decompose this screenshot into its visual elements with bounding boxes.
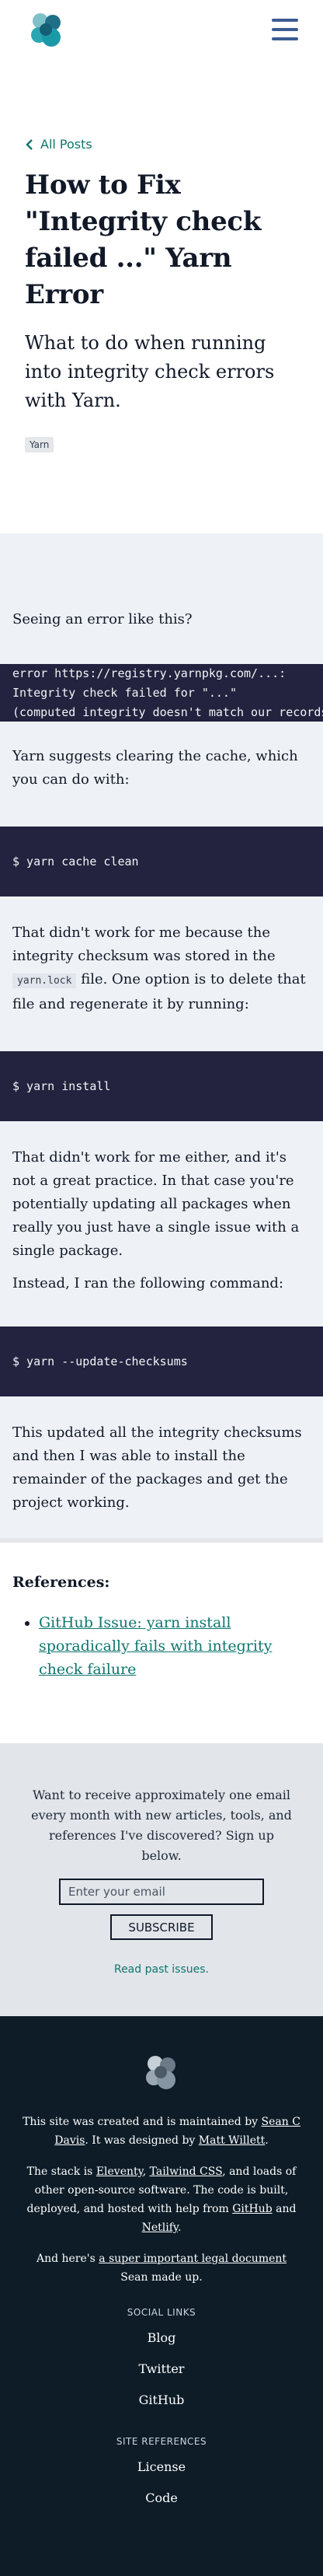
list-item: GitHub Issue: yarn install sporadically … — [39, 1611, 311, 1681]
footer-credits: This site was created and is maintained … — [22, 2113, 301, 2150]
code-block-error: error https://registry.yarnpkg.com/...: … — [0, 664, 323, 722]
footer-logo — [146, 2056, 175, 2089]
code-line: $ yarn install — [12, 1078, 111, 1093]
footer-link-license[interactable]: License — [22, 2452, 301, 2483]
references-list: GitHub Issue: yarn install sporadically … — [12, 1611, 311, 1681]
paragraph-6: This updated all the integrity checksums… — [12, 1424, 302, 1511]
footer-text: This site was created and is maintained … — [23, 2116, 262, 2128]
code-line: Integrity check failed for "..." — [12, 685, 237, 700]
code-block-install: $ yarn install — [0, 1051, 323, 1121]
email-field[interactable] — [59, 1879, 264, 1905]
footer-link-twitter[interactable]: Twitter — [22, 2354, 301, 2385]
past-issues-link[interactable]: Read past issues. — [31, 1963, 292, 1976]
github-link[interactable]: GitHub — [232, 2203, 272, 2215]
post-hero: All Posts How to Fix "Integrity check fa… — [0, 59, 323, 533]
legal-link[interactable]: a super important legal document — [99, 2253, 287, 2265]
reference-link-github-issue[interactable]: GitHub Issue: yarn install sporadically … — [39, 1614, 272, 1678]
footer-text: And here's — [36, 2253, 99, 2265]
site-logo[interactable] — [25, 8, 68, 51]
code-line: (computed integrity doesn't match our re… — [12, 704, 323, 719]
footer-link-blog[interactable]: Blog — [22, 2323, 301, 2354]
article-body: Seeing an error like this? error https:/… — [0, 533, 323, 1538]
paragraph-2: Yarn suggests clearing the cache, which … — [12, 748, 298, 788]
footer-text: . — [177, 2221, 182, 2234]
footer-text: and — [272, 2203, 297, 2215]
paragraph-1: Seeing an error like this? — [12, 611, 193, 627]
newsletter-text: Want to receive approximately one email … — [31, 1788, 292, 1863]
footer-text: . — [265, 2134, 269, 2147]
subscribe-button[interactable]: SUBSCRIBE — [110, 1914, 213, 1940]
page-subtitle: What to do when running into integrity c… — [25, 332, 275, 411]
code-line: error https://registry.yarnpkg.com/...: — [12, 666, 287, 680]
references-section: References: GitHub Issue: yarn install s… — [0, 1538, 323, 1743]
footer-text: Sean made up. — [120, 2271, 203, 2284]
netlify-link[interactable]: Netlify — [142, 2221, 178, 2234]
code-line: $ yarn cache clean — [12, 854, 139, 869]
footer-stack: The stack is Eleventy, Tailwind CSS, and… — [22, 2162, 301, 2237]
footer-text: . It was designed by — [85, 2134, 199, 2147]
footer-text: , — [142, 2165, 150, 2178]
eleventy-link[interactable]: Eleventy — [96, 2165, 143, 2178]
footer-link-github[interactable]: GitHub — [22, 2385, 301, 2416]
chevron-left-icon — [26, 138, 33, 150]
code-line: $ yarn --update-checksums — [12, 1354, 188, 1368]
footer-text: The stack is — [26, 2165, 96, 2178]
paragraph-4: That didn't work for me either, and it's… — [12, 1149, 300, 1259]
tag-yarn[interactable]: Yarn — [25, 437, 54, 453]
paragraph-3-text: That didn't work for me because the inte… — [12, 924, 276, 964]
newsletter-signup: Want to receive approximately one email … — [0, 1743, 323, 2016]
designer-link[interactable]: Matt Willett — [199, 2134, 266, 2147]
all-posts-link[interactable]: All Posts — [25, 137, 298, 152]
page-title: How to Fix "Integrity check failed ..." … — [25, 170, 262, 310]
footer-link-code[interactable]: Code — [22, 2483, 301, 2514]
code-block-update-checksums: $ yarn --update-checksums — [0, 1326, 323, 1396]
site-references-heading: SITE REFERENCES — [116, 2436, 207, 2447]
paragraph-3: That didn't work for me because the inte… — [0, 921, 323, 1016]
tailwind-link[interactable]: Tailwind CSS — [150, 2165, 223, 2178]
code-block-cache-clean: $ yarn cache clean — [0, 827, 323, 897]
references-heading: References: — [12, 1574, 110, 1591]
hamburger-menu-icon[interactable] — [272, 19, 298, 40]
all-posts-label: All Posts — [40, 137, 92, 152]
site-footer: This site was created and is maintained … — [0, 2016, 323, 2576]
footer-legal: And here's a super important legal docum… — [22, 2249, 301, 2287]
inline-code-yarn-lock: yarn.lock — [12, 973, 77, 988]
social-links-heading: SOCIAL LINKS — [127, 2307, 196, 2318]
paragraph-5: Instead, I ran the following command: — [12, 1275, 284, 1291]
site-header — [0, 0, 323, 59]
